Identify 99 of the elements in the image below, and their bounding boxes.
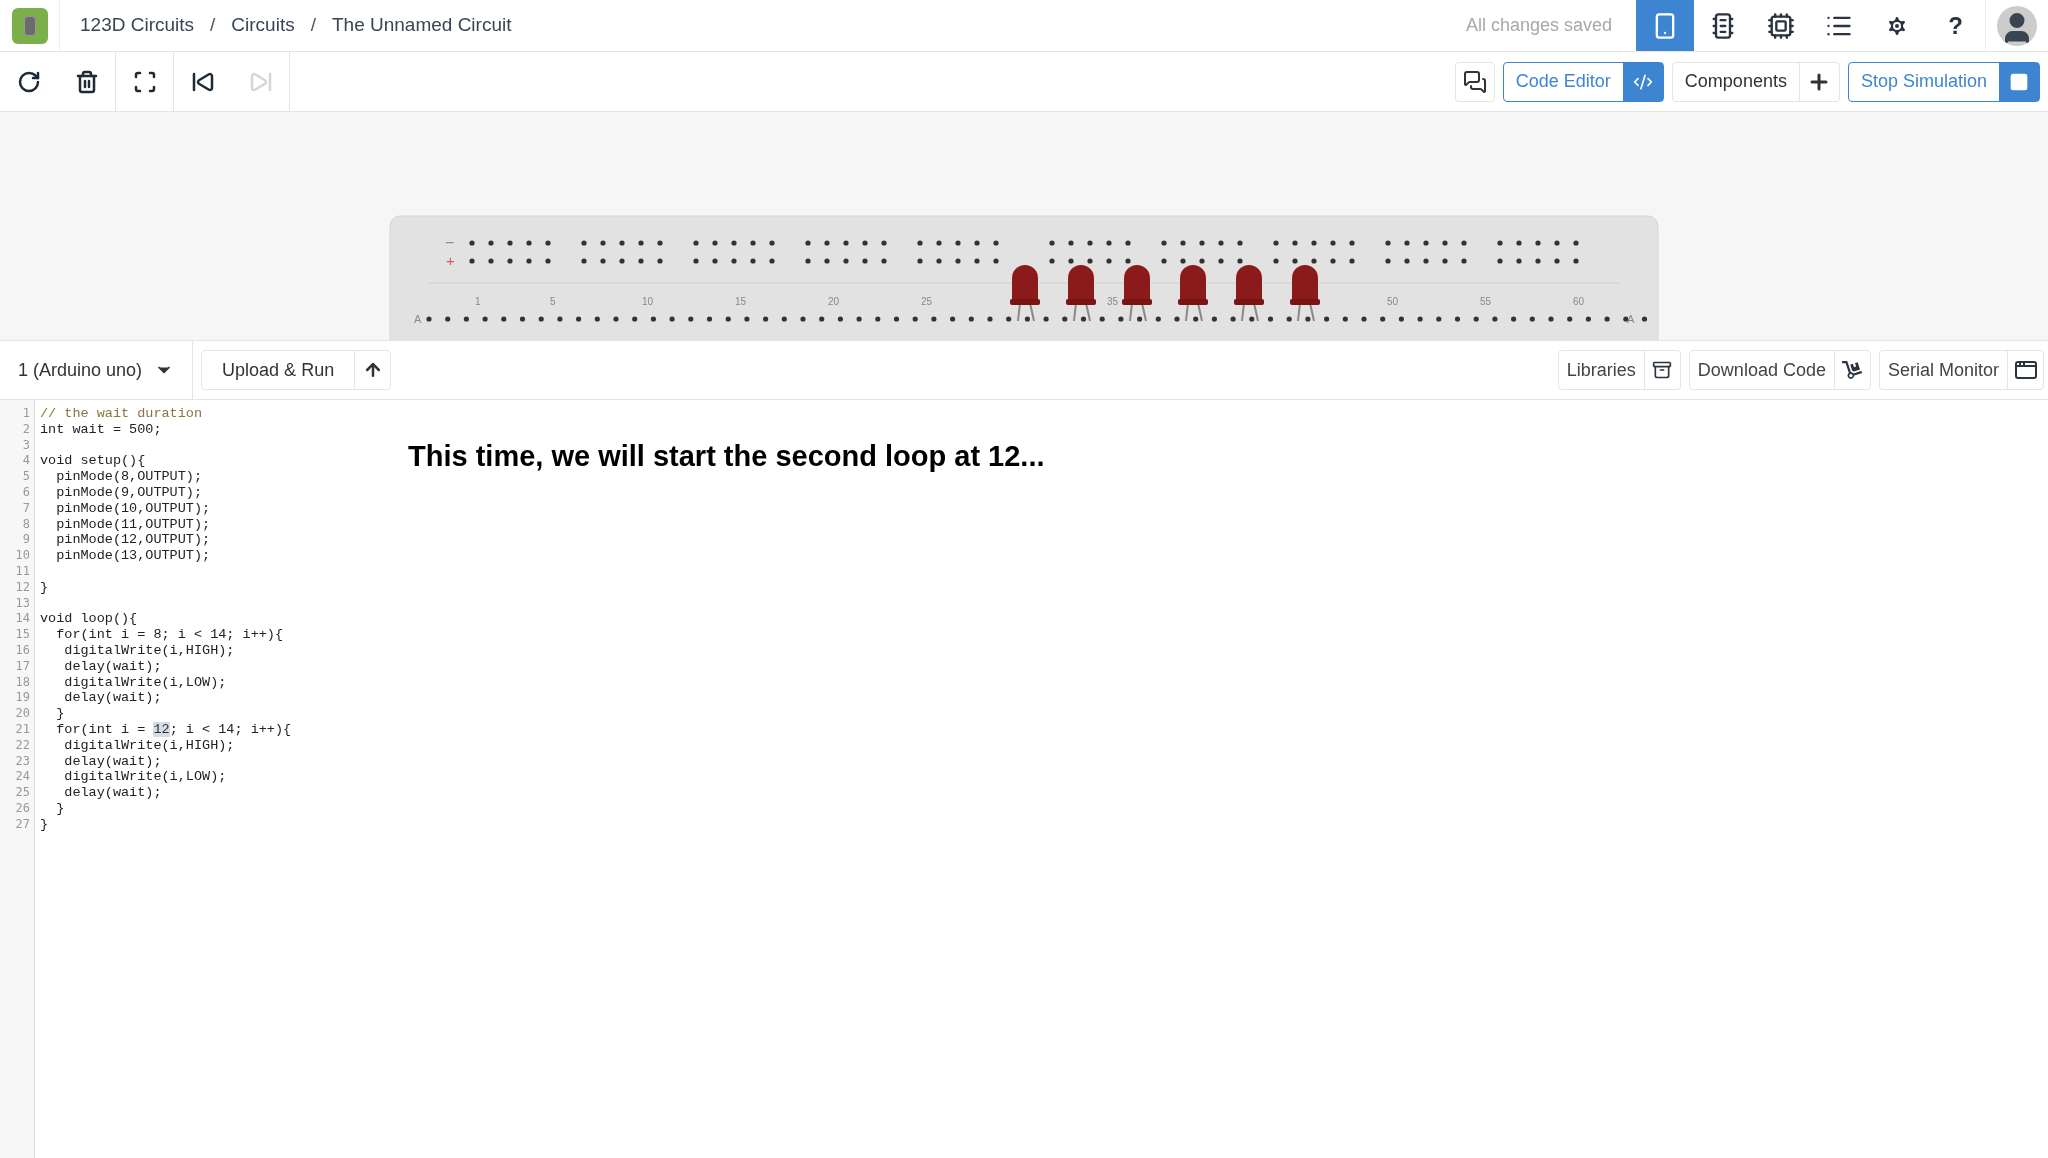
code-line: }: [40, 816, 49, 832]
code-line: digitalWrite(i,LOW);: [63, 769, 227, 785]
code-line: pinMode(9,OUTPUT);: [55, 485, 203, 500]
line-number: 12: [15, 579, 30, 594]
action-button[interactable]: Components: [1671, 61, 1840, 102]
chat-button[interactable]: [1454, 61, 1495, 102]
line-number: 11: [15, 563, 30, 578]
caption-text: This time, we will start the second loop at 12...: [408, 439, 1045, 474]
line-number: 8: [22, 516, 30, 531]
code-line: pinMode(10,OUTPUT);: [55, 500, 211, 516]
line-number: 3: [22, 437, 30, 452]
line-number: 9: [22, 532, 30, 547]
code-line: pinMode(11,OUTPUT);: [55, 516, 211, 532]
code-line: for(int i = 8; i < 14; i++){: [55, 627, 284, 643]
code-tool-button[interactable]: Download Code: [1688, 350, 1871, 390]
line-number: 25: [15, 785, 30, 800]
column-label: 5: [550, 296, 556, 307]
line-number: 17: [15, 658, 30, 673]
app-logo[interactable]: [11, 7, 48, 44]
window-icon: [2013, 358, 2038, 382]
column-label: 35: [1107, 296, 1119, 307]
line-number: 18: [15, 674, 30, 689]
code-line: delay(wait);: [63, 690, 162, 706]
code-line: void loop(){: [40, 611, 138, 627]
breadcrumb-link[interactable]: 123D Circuits: [80, 11, 195, 40]
code-line: delay(wait);: [63, 753, 162, 769]
line-number: 27: [15, 816, 30, 831]
save-status: All changes saved: [1465, 14, 1613, 37]
trash-icon: [74, 69, 99, 94]
line-number: 2: [22, 421, 30, 436]
code-line: int wait = 500;: [40, 421, 162, 437]
code-tool-button[interactable]: Serial Monitor: [1878, 350, 2044, 390]
code-line: pinMode(8,OUTPUT);: [55, 469, 203, 485]
line-number: 26: [15, 800, 30, 815]
action-button[interactable]: Code Editor: [1502, 61, 1664, 102]
line-number: 1: [22, 406, 30, 420]
code-line: // the wait duration: [40, 406, 203, 421]
action-button[interactable]: Stop Simulation: [1847, 61, 2040, 102]
breadcrumb-link[interactable]: The Unnamed Circuit: [331, 11, 512, 40]
stop-icon: [2009, 71, 2029, 92]
code-line: }: [55, 800, 65, 816]
archive-icon: [1652, 360, 1673, 380]
column-label: 20: [828, 296, 840, 307]
led: [1178, 265, 1208, 322]
rotate-icon: [17, 69, 41, 94]
line-number: 4: [22, 453, 30, 468]
code-line: digitalWrite(i,LOW);: [63, 674, 227, 690]
rail-label: +: [446, 252, 455, 269]
line-number: 15: [15, 627, 30, 642]
column-label: 55: [1480, 296, 1492, 307]
line-number: 7: [22, 500, 30, 515]
help-button[interactable]: ?: [1926, 0, 1986, 51]
fit-frame-icon: [132, 69, 157, 94]
row-label: A: [1627, 313, 1635, 325]
line-number: 23: [15, 753, 30, 768]
code-line: }: [55, 706, 65, 722]
line-number: 10: [15, 548, 30, 563]
breadcrumb-separator: /: [210, 13, 216, 38]
led: [1122, 265, 1152, 322]
code-line: pinMode(13,OUTPUT);: [55, 548, 211, 564]
code-line: }: [40, 579, 49, 595]
code-line: pinMode(12,OUTPUT);: [55, 532, 211, 548]
code-line: delay(wait);: [63, 658, 162, 674]
column-label: 15: [735, 296, 747, 307]
led: [1234, 265, 1264, 322]
led: [1010, 265, 1040, 322]
line-number: 5: [22, 469, 30, 484]
dolly-icon: [1842, 360, 1863, 380]
code-line: void setup(){: [40, 453, 146, 469]
breadcrumb-separator: /: [310, 13, 316, 38]
led: [1290, 265, 1320, 322]
column-label: 50: [1387, 296, 1399, 307]
breadcrumb-link[interactable]: Circuits: [231, 11, 295, 40]
line-number: 13: [15, 595, 30, 610]
chip-icon: [1767, 11, 1795, 40]
row-label: A: [414, 313, 422, 325]
chat-icon: [1462, 69, 1487, 94]
code-line: digitalWrite(i,HIGH);: [63, 737, 235, 753]
line-number: 19: [15, 690, 30, 705]
line-number: 20: [15, 706, 30, 721]
column-label: 1: [475, 296, 481, 307]
line-number: 21: [15, 721, 30, 736]
column-label: 10: [642, 296, 654, 307]
line-number: 14: [15, 611, 30, 626]
upload-run-button[interactable]: Upload & Run: [201, 350, 392, 390]
code-line: digitalWrite(i,HIGH);: [63, 642, 235, 658]
line-number: 24: [15, 769, 30, 784]
column-label: 60: [1573, 296, 1585, 307]
line-number: 16: [15, 642, 30, 657]
rail-label: −: [445, 234, 455, 251]
code-line: delay(wait);: [63, 785, 162, 801]
line-number: 6: [22, 485, 30, 499]
led: [1066, 265, 1096, 322]
code-tool-button[interactable]: Libraries: [1557, 350, 1681, 390]
line-number: 22: [15, 737, 30, 752]
code-line: for(int i = 12; i < 14; i++){: [55, 721, 292, 737]
board-dropdown[interactable]: 1 (Arduino uno): [0, 341, 194, 399]
user-avatar[interactable]: [1997, 5, 2037, 46]
column-label: 25: [921, 296, 933, 307]
